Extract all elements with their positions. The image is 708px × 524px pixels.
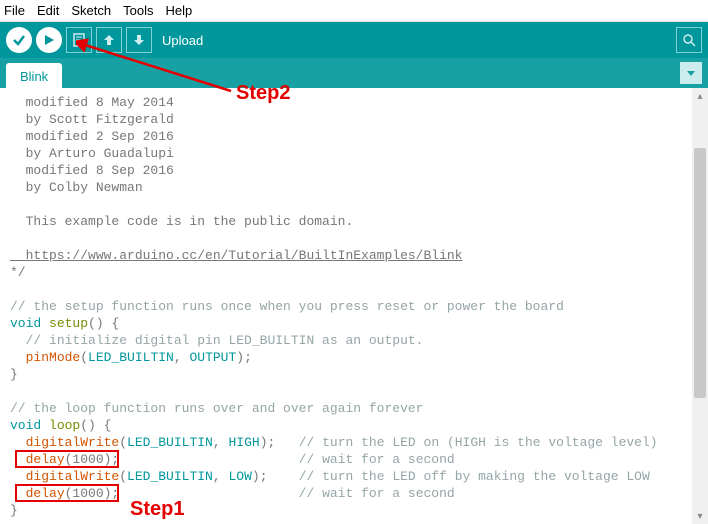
tabbar: Blink <box>0 58 708 88</box>
toolbar: Upload <box>0 22 708 58</box>
verify-button[interactable] <box>6 27 32 53</box>
vertical-scrollbar[interactable]: ▴ ▾ <box>692 88 708 524</box>
menu-edit[interactable]: Edit <box>37 3 59 18</box>
menu-file[interactable]: File <box>4 3 25 18</box>
toolbar-label: Upload <box>162 33 203 48</box>
code-editor[interactable]: modified 8 May 2014 by Scott Fitzgerald … <box>0 88 692 524</box>
menu-sketch[interactable]: Sketch <box>71 3 111 18</box>
scroll-up-icon[interactable]: ▴ <box>692 88 708 104</box>
editor-area: modified 8 May 2014 by Scott Fitzgerald … <box>0 88 708 524</box>
save-sketch-button[interactable] <box>126 27 152 53</box>
tab-blink[interactable]: Blink <box>6 63 62 88</box>
serial-monitor-button[interactable] <box>676 27 702 53</box>
new-sketch-button[interactable] <box>66 27 92 53</box>
menu-tools[interactable]: Tools <box>123 3 153 18</box>
scroll-down-icon[interactable]: ▾ <box>692 508 708 524</box>
menubar: File Edit Sketch Tools Help <box>0 0 708 22</box>
scroll-thumb[interactable] <box>694 148 706 398</box>
upload-button[interactable] <box>36 27 62 53</box>
tab-menu-button[interactable] <box>680 62 702 84</box>
menu-help[interactable]: Help <box>165 3 192 18</box>
open-sketch-button[interactable] <box>96 27 122 53</box>
